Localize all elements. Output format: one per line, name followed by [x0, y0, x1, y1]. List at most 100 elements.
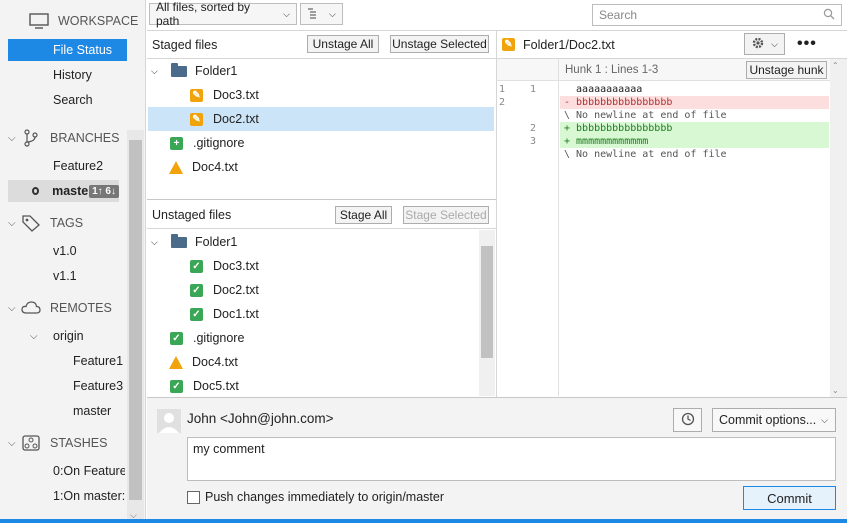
diff-settings-button[interactable]: ⌵	[744, 33, 785, 55]
chevron-down-icon: ⌵	[8, 302, 16, 314]
tag-icon	[20, 214, 42, 232]
chevron-down-icon[interactable]: ⌄	[832, 386, 839, 395]
sidebar-item-file-status[interactable]: File Status	[8, 39, 127, 61]
branch-item-feature2[interactable]: Feature2	[53, 155, 103, 177]
current-branch-icon	[32, 187, 40, 195]
unstage-hunk-button[interactable]: Unstage hunk	[746, 61, 827, 79]
checkbox-checked-icon[interactable]: ✓	[190, 283, 203, 297]
remote-branch-item[interactable]: Feature1	[73, 350, 123, 372]
commit-message-input[interactable]: my comment	[187, 437, 836, 481]
warning-icon	[169, 160, 183, 174]
line-number-gutter	[497, 81, 559, 396]
chevron-down-icon: ⌵	[8, 437, 16, 449]
unstaged-file-row[interactable]: ✓ Doc5.txt	[148, 374, 478, 398]
remote-origin[interactable]: ⌵ origin	[30, 325, 84, 347]
remotes-label: REMOTES	[50, 301, 112, 315]
unstage-all-button[interactable]: Unstage All	[307, 35, 379, 53]
staged-file-row-selected[interactable]: ✎ Doc2.txt	[148, 107, 494, 131]
commit-options-dropdown[interactable]: Commit options... ⌵	[712, 408, 836, 432]
diff-line-ctx: \ No newline at end of file	[560, 109, 829, 122]
push-checkbox[interactable]	[187, 491, 200, 504]
branch-icon	[20, 129, 42, 147]
old-line-number: 2	[499, 97, 506, 108]
file-label: Doc2.txt	[213, 283, 259, 297]
clock-icon	[681, 412, 695, 429]
sidebar-item-history[interactable]: History	[53, 64, 92, 86]
commit-author: John <John@john.com>	[187, 411, 334, 426]
remotes-header[interactable]: ⌵ REMOTES	[8, 297, 112, 319]
stash-item[interactable]: 1:On master:	[53, 485, 125, 507]
tag-item[interactable]: v1.1	[53, 265, 77, 287]
unstaged-file-row[interactable]: ✓ Doc1.txt	[148, 302, 478, 326]
file-label: .gitignore	[193, 136, 245, 150]
chevron-down-icon: ⌵	[771, 38, 778, 49]
sidebar-scrollbar[interactable]: ⌵	[127, 130, 144, 523]
stash-item[interactable]: 0:On Feature	[53, 460, 125, 482]
view-mode-dropdown[interactable]: ⌵	[300, 3, 343, 25]
unstaged-file-row[interactable]: Doc4.txt	[148, 350, 478, 374]
remote-branch-item[interactable]: master	[73, 400, 111, 422]
more-options-icon[interactable]: •••	[797, 35, 817, 53]
file-label: Doc2.txt	[213, 112, 259, 126]
staged-file-row[interactable]: Doc4.txt	[148, 155, 494, 179]
unstaged-file-row[interactable]: ✓ Doc3.txt	[148, 254, 478, 278]
commit-button[interactable]: Commit	[743, 486, 836, 510]
stage-all-button[interactable]: Stage All	[335, 206, 392, 224]
sidebar: WORKSPACE File Status History Search ⌵ B…	[0, 0, 146, 523]
scroll-thumb[interactable]	[129, 140, 142, 500]
new-line-number: 1	[530, 84, 537, 95]
stage-selected-button[interactable]: Stage Selected	[403, 206, 489, 224]
diff-line-ctx: aaaaaaaaaaa	[560, 83, 829, 96]
unstage-selected-button[interactable]: Unstage Selected	[390, 35, 489, 53]
branches-label: BRANCHES	[50, 131, 120, 145]
sidebar-item-search[interactable]: Search	[53, 89, 93, 111]
remote-branch-item[interactable]: Feature3	[73, 375, 123, 397]
checkbox-checked-icon[interactable]: ✓	[170, 379, 183, 393]
checkbox-checked-icon[interactable]: ✓	[190, 259, 203, 273]
folder-icon	[171, 233, 187, 248]
folder-icon	[171, 62, 187, 77]
diff-file-name: Folder1/Doc2.txt	[523, 37, 615, 52]
new-line-number: 3	[530, 136, 537, 147]
chevron-down-icon: ⌵	[8, 132, 16, 144]
unstaged-folder-row[interactable]: ⌵ Folder1	[148, 230, 478, 254]
diff-line-ctx: \ No newline at end of file	[560, 148, 829, 161]
tags-header[interactable]: ⌵ TAGS	[8, 212, 83, 234]
unstaged-scrollbar[interactable]	[479, 230, 495, 396]
staged-file-row[interactable]: ✎ Doc3.txt	[148, 83, 494, 107]
window-bottom-border	[0, 519, 847, 523]
sort-dropdown[interactable]: All files, sorted by path ⌵	[149, 0, 297, 28]
monitor-icon	[28, 12, 50, 30]
branches-header[interactable]: ⌵ BRANCHES	[8, 127, 119, 149]
tag-item[interactable]: v1.0	[53, 240, 77, 262]
staged-folder-row[interactable]: ⌵ Folder1	[148, 59, 494, 83]
chevron-up-icon[interactable]: ⌃	[832, 61, 839, 70]
workspace-header: WORKSPACE	[28, 10, 138, 32]
unstaged-file-row[interactable]: ✓ .gitignore	[148, 326, 478, 350]
workspace-label: WORKSPACE	[58, 14, 139, 28]
checkbox-checked-icon[interactable]: ✓	[190, 307, 203, 321]
file-label: Doc1.txt	[213, 307, 259, 321]
modified-icon: ✎	[502, 38, 515, 51]
diff-scrollbar[interactable]: ⌃ ⌄	[830, 59, 847, 397]
file-label: .gitignore	[193, 331, 245, 345]
checkbox-checked-icon[interactable]: ✓	[170, 331, 183, 345]
search-icon	[823, 8, 835, 23]
search-input[interactable]: Search	[592, 4, 842, 26]
staged-file-row[interactable]: + .gitignore	[148, 131, 494, 155]
folder-label: Folder1	[195, 235, 238, 249]
file-label: Doc4.txt	[192, 160, 238, 174]
unstaged-file-row[interactable]: ✓ Doc2.txt	[148, 278, 478, 302]
file-label: Doc3.txt	[213, 259, 259, 273]
history-button[interactable]	[673, 408, 702, 432]
stashes-label: STASHES	[50, 436, 108, 450]
chevron-down-icon: ⌵	[151, 65, 158, 76]
scroll-thumb[interactable]	[481, 246, 493, 358]
ahead-behind-badge: 1↑ 6↓	[89, 184, 119, 198]
branch-item-master[interactable]: master 1↑ 6↓	[8, 180, 119, 202]
chevron-down-icon: ⌵	[8, 217, 16, 229]
stashes-header[interactable]: ⌵ STASHES	[8, 432, 107, 454]
file-label: Doc4.txt	[192, 355, 238, 369]
old-line-number: 1	[499, 84, 506, 95]
tags-label: TAGS	[50, 216, 84, 230]
